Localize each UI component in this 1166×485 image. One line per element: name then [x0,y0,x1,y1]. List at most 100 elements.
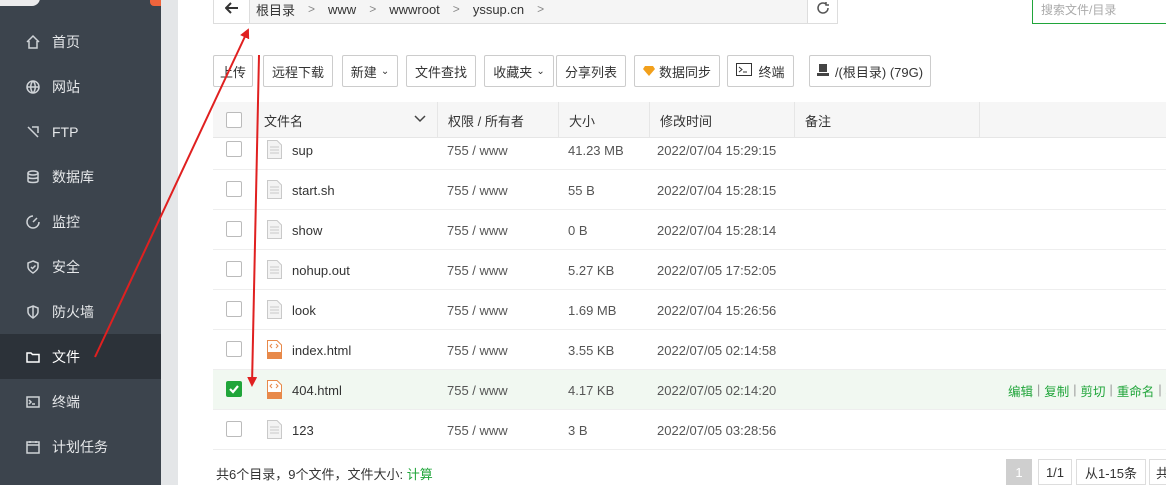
upload-button[interactable]: 上传 [213,55,253,87]
content-gutter [161,0,178,485]
terminal-label: 终端 [758,64,785,80]
search-input[interactable]: 搜索文件/目录 [1032,0,1166,24]
row-checkbox[interactable] [226,181,242,197]
table-row[interactable]: start.sh 755 / www 55 B 2022/07/04 15:28… [213,170,1166,210]
file-icon [267,260,282,279]
html-file-icon [267,340,282,359]
file-name[interactable]: start.sh [292,170,335,210]
path-bar: 根目录 > www > wwwroot > yssup.cn > [213,0,838,24]
file-permission[interactable]: 755 / www [447,250,508,290]
row-checkbox[interactable] [226,261,242,277]
select-all-checkbox[interactable] [226,112,242,128]
disk-button[interactable]: /(根目录) (79G) [809,55,931,87]
row-checkbox[interactable] [226,381,242,397]
find-button[interactable]: 文件查找 [406,55,476,87]
file-permission[interactable]: 755 / www [447,370,508,410]
sidebar-item-security[interactable]: 安全 [0,244,161,289]
sidebar-item-label: 数据库 [52,168,94,185]
refresh-icon [816,1,830,18]
file-name[interactable]: nohup.out [292,250,350,290]
file-mtime: 2022/07/05 02:14:20 [657,382,777,398]
file-name[interactable]: 404.html [292,370,342,410]
sidebar-item-files[interactable]: 文件 [0,334,161,379]
sidebar-item-monitor[interactable]: 监控 [0,199,161,244]
sidebar-item-ftp[interactable]: FTP [0,109,161,154]
file-size: 0 B [568,222,588,238]
table-row[interactable]: sup 755 / www 41.23 MB 2022/07/04 15:29:… [213,130,1166,170]
diamond-icon [642,64,655,79]
row-checkbox[interactable] [226,341,242,357]
chevron-right-icon: > [452,2,460,16]
file-permission[interactable]: 755 / www [447,130,508,170]
file-permission[interactable]: 755 / www [447,210,508,250]
share-list-button[interactable]: 分享列表 [556,55,626,87]
edit-link[interactable]: 编辑 [1008,381,1033,400]
file-size: 41.23 MB [568,142,624,158]
sidebar-item-database[interactable]: 数据库 [0,154,161,199]
calculate-link[interactable]: 计算 [407,467,433,482]
file-icon [267,300,282,319]
back-button[interactable] [214,0,250,23]
file-name[interactable]: index.html [292,330,351,370]
terminal-icon [24,393,42,411]
table-row[interactable]: index.html 755 / www 3.55 KB 2022/07/05 … [213,330,1166,370]
sidebar-item-label: 网站 [52,78,80,95]
disk-icon [816,63,829,79]
row-checkbox[interactable] [226,421,242,437]
sidebar-item-website[interactable]: 网站 [0,64,161,109]
separator: | [1073,383,1077,397]
page-total: 1/1 [1038,459,1072,485]
page-current[interactable]: 1 [1006,459,1032,485]
rename-link[interactable]: 重命名 [1117,381,1155,400]
chevron-down-icon[interactable] [413,111,427,128]
footer-summary: 共6个目录，9个文件，文件大小: 计算 [216,464,433,483]
file-mtime: 2022/07/05 17:52:05 [657,262,777,278]
table-row[interactable]: nohup.out 755 / www 5.27 KB 2022/07/05 1… [213,250,1166,290]
table-row[interactable]: look 755 / www 1.69 MB 2022/07/04 15:26:… [213,290,1166,330]
row-checkbox[interactable] [226,221,242,237]
breadcrumb-item[interactable]: 根目录 [250,0,295,19]
sidebar-item-cron[interactable]: 计划任务 [0,424,161,469]
sidebar-item-label: 文件 [52,348,80,365]
breadcrumb-item[interactable]: yssup.cn [473,2,524,17]
table-row[interactable]: show 755 / www 0 B 2022/07/04 15:28:14 [213,210,1166,250]
file-name[interactable]: look [292,290,316,330]
breadcrumb-item[interactable]: www [328,2,356,17]
sidebar-item-terminal[interactable]: 终端 [0,379,161,424]
breadcrumb-item[interactable]: wwwroot [389,2,440,17]
remote-download-button[interactable]: 远程下载 [263,55,333,87]
file-icon [267,420,282,439]
favorites-button[interactable]: 收藏夹 ⌄ [484,55,554,87]
refresh-button[interactable] [807,0,838,24]
file-permission[interactable]: 755 / www [447,290,508,330]
sidebar-item-firewall[interactable]: 防火墙 [0,289,161,334]
file-permission[interactable]: 755 / www [447,410,508,450]
table-row[interactable]: 404.html 755 / www 4.17 KB 2022/07/05 02… [213,370,1166,410]
cut-link[interactable]: 剪切 [1081,381,1106,400]
chevron-down-icon: ⌄ [380,65,390,77]
file-permission[interactable]: 755 / www [447,330,508,370]
sync-button[interactable]: 数据同步 [634,55,720,87]
row-checkbox[interactable] [226,141,242,157]
sidebar-item-label: 计划任务 [52,438,108,455]
header-name-label: 文件名 [264,113,304,129]
file-mtime: 2022/07/05 03:28:56 [657,422,777,438]
file-permission[interactable]: 755 / www [447,170,508,210]
table-row[interactable]: 123 755 / www 3 B 2022/07/05 03:28:56 [213,410,1166,450]
copy-link[interactable]: 复制 [1044,381,1069,400]
terminal-button[interactable]: 终端 [727,55,794,87]
new-button[interactable]: 新建 ⌄ [342,55,398,87]
monitor-icon [24,213,42,231]
file-name[interactable]: show [292,210,322,250]
row-checkbox[interactable] [226,301,242,317]
chevron-down-icon: ⌄ [536,65,545,77]
sidebar-item-home[interactable]: 首页 [0,19,161,64]
separator: | [1158,383,1162,397]
home-icon [24,33,42,51]
file-name[interactable]: 123 [292,410,314,450]
file-name[interactable]: sup [292,130,313,170]
chevron-right-icon: > [537,2,545,16]
file-size: 4.17 KB [568,382,615,398]
file-mtime: 2022/07/04 15:26:56 [657,302,777,318]
sidebar-item-label: FTP [52,123,79,140]
